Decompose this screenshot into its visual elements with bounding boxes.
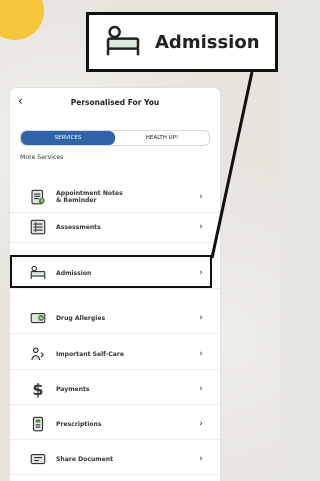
callout-connector: [210, 71, 254, 259]
